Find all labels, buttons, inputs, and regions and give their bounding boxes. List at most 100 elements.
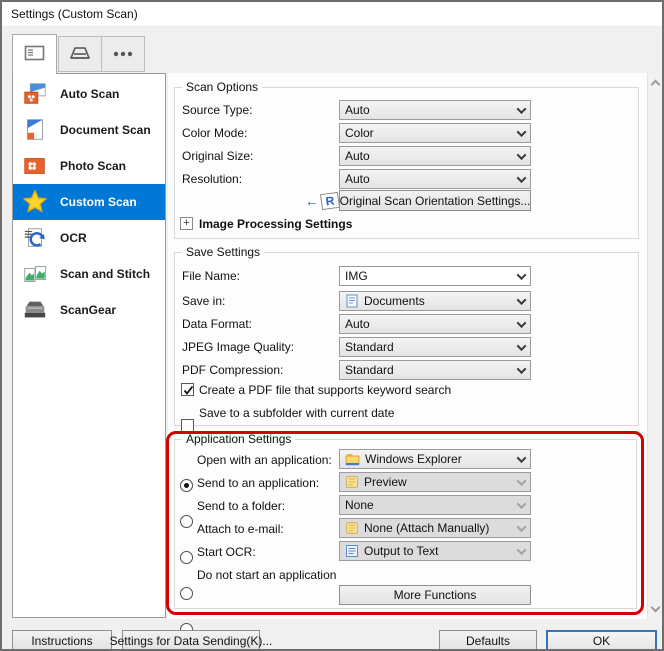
save-settings-group-title: Save Settings — [182, 245, 264, 259]
defaults-button[interactable]: Defaults — [439, 630, 537, 651]
send-to-folder-radio[interactable] — [180, 551, 193, 564]
tab-document-settings[interactable] — [12, 34, 57, 74]
open-with-application-value: Windows Explorer — [365, 452, 462, 466]
document-settings-tab-icon — [24, 45, 45, 64]
ok-button-label: OK — [593, 634, 610, 648]
chevron-down-icon — [517, 173, 527, 183]
original-size-select[interactable]: Auto — [339, 146, 531, 166]
defaults-button-label: Defaults — [466, 634, 510, 648]
data-sending-settings-button-label: Settings for Data Sending(K)... — [110, 634, 273, 648]
open-with-application-radio[interactable] — [180, 479, 193, 492]
scangear-icon — [21, 296, 49, 324]
sidebar-item-label: Photo Scan — [60, 159, 126, 173]
sidebar-item-photo-scan[interactable]: Photo Scan — [13, 148, 165, 184]
resolution-label: Resolution: — [182, 169, 242, 189]
chevron-down-icon — [517, 545, 527, 555]
start-ocr-value: Output to Text — [364, 544, 439, 558]
pdf-keyword-search-checkbox[interactable] — [181, 383, 194, 396]
attach-to-email-label: Attach to e-mail: — [197, 519, 284, 539]
chevron-down-icon — [517, 499, 527, 509]
send-to-folder-label: Send to a folder: — [197, 496, 285, 516]
original-size-value: Auto — [345, 149, 370, 163]
scan-orientation-icon: ← R — [305, 191, 339, 211]
orientation-arrow-glyph: ← — [305, 191, 319, 211]
save-in-value: Documents — [364, 294, 425, 308]
sidebar-item-scan-and-stitch[interactable]: Scan and Stitch — [13, 256, 165, 292]
sidebar-item-label: Document Scan — [60, 123, 151, 137]
sidebar-item-auto-scan[interactable]: Auto Scan — [13, 76, 165, 112]
scan-mode-sidebar: Auto Scan Document Scan Photo Scan Custo… — [12, 73, 166, 618]
original-size-label: Original Size: — [182, 146, 253, 166]
pdf-compression-select[interactable]: Standard — [339, 360, 531, 380]
app-icon — [345, 521, 359, 535]
data-format-select[interactable]: Auto — [339, 314, 531, 334]
more-functions-button[interactable]: More Functions — [339, 585, 531, 605]
subfolder-date-checkbox[interactable] — [181, 419, 194, 432]
source-type-value: Auto — [345, 103, 370, 117]
chevron-down-icon — [517, 127, 527, 137]
data-sending-settings-button[interactable]: Settings for Data Sending(K)... — [122, 630, 260, 651]
send-to-application-select: Preview — [339, 472, 531, 492]
resolution-select[interactable]: Auto — [339, 169, 531, 189]
sidebar-item-label: Custom Scan — [60, 195, 137, 209]
data-format-value: Auto — [345, 317, 370, 331]
color-mode-value: Color — [345, 126, 374, 140]
send-to-folder-select: None — [339, 495, 531, 515]
tab-scanner[interactable] — [58, 36, 102, 72]
chevron-down-icon — [517, 150, 527, 160]
plus-icon: + — [183, 218, 189, 229]
sidebar-item-document-scan[interactable]: Document Scan — [13, 112, 165, 148]
sidebar-item-label: ScanGear — [60, 303, 116, 317]
resolution-value: Auto — [345, 172, 370, 186]
send-to-application-value: Preview — [364, 475, 407, 489]
file-name-value: IMG — [345, 269, 368, 283]
image-processing-label: Image Processing Settings — [199, 214, 352, 234]
orientation-settings-button[interactable]: Original Scan Orientation Settings... — [339, 190, 531, 211]
chevron-down-icon — [517, 364, 527, 374]
application-settings-group-title: Application Settings — [182, 432, 295, 446]
sidebar-item-ocr[interactable]: OCR — [13, 220, 165, 256]
send-to-folder-value: None — [345, 498, 374, 512]
file-name-input[interactable]: IMG — [339, 266, 531, 286]
chevron-down-icon — [517, 476, 527, 486]
open-with-application-select[interactable]: Windows Explorer — [339, 449, 531, 469]
chevron-down-icon — [517, 453, 527, 463]
data-format-label: Data Format: — [182, 314, 252, 334]
save-in-select[interactable]: Documents — [339, 291, 531, 311]
pdf-keyword-search-label: Create a PDF file that supports keyword … — [199, 380, 451, 400]
photo-scan-icon — [21, 152, 49, 180]
tab-more[interactable] — [101, 36, 145, 72]
auto-scan-icon — [21, 80, 49, 108]
vertical-scrollbar[interactable] — [647, 73, 663, 619]
color-mode-select[interactable]: Color — [339, 123, 531, 143]
chevron-down-icon — [517, 522, 527, 532]
instructions-button[interactable]: Instructions — [12, 630, 112, 651]
chevron-down-icon — [517, 318, 527, 328]
custom-scan-star-icon — [21, 188, 49, 216]
chevron-down-icon — [517, 341, 527, 351]
start-ocr-label: Start OCR: — [197, 542, 256, 562]
attach-to-email-radio[interactable] — [180, 587, 193, 600]
jpeg-quality-select[interactable]: Standard — [339, 337, 531, 357]
sidebar-item-label: Auto Scan — [60, 87, 119, 101]
explorer-folder-icon — [345, 453, 360, 466]
image-processing-expander[interactable]: + — [180, 217, 193, 230]
source-type-select[interactable]: Auto — [339, 100, 531, 120]
sidebar-item-custom-scan[interactable]: Custom Scan — [13, 184, 165, 220]
settings-dialog: Settings (Custom Scan) Auto Scan Docume — [0, 0, 664, 651]
attach-to-email-select: None (Attach Manually) — [339, 518, 531, 538]
sidebar-item-scangear[interactable]: ScanGear — [13, 292, 165, 328]
text-document-icon — [345, 544, 359, 558]
scroll-down-icon[interactable] — [651, 603, 661, 613]
send-to-application-radio[interactable] — [180, 515, 193, 528]
app-icon — [345, 475, 359, 489]
ok-button[interactable]: OK — [546, 630, 657, 651]
scroll-up-icon[interactable] — [651, 80, 661, 90]
file-name-label: File Name: — [182, 266, 240, 286]
attach-to-email-value: None (Attach Manually) — [364, 521, 489, 535]
jpeg-quality-value: Standard — [345, 340, 394, 354]
chevron-down-icon — [517, 295, 527, 305]
scan-and-stitch-icon — [21, 260, 49, 288]
orientation-settings-button-label: Original Scan Orientation Settings... — [340, 194, 531, 208]
send-to-application-label: Send to an application: — [197, 473, 319, 493]
